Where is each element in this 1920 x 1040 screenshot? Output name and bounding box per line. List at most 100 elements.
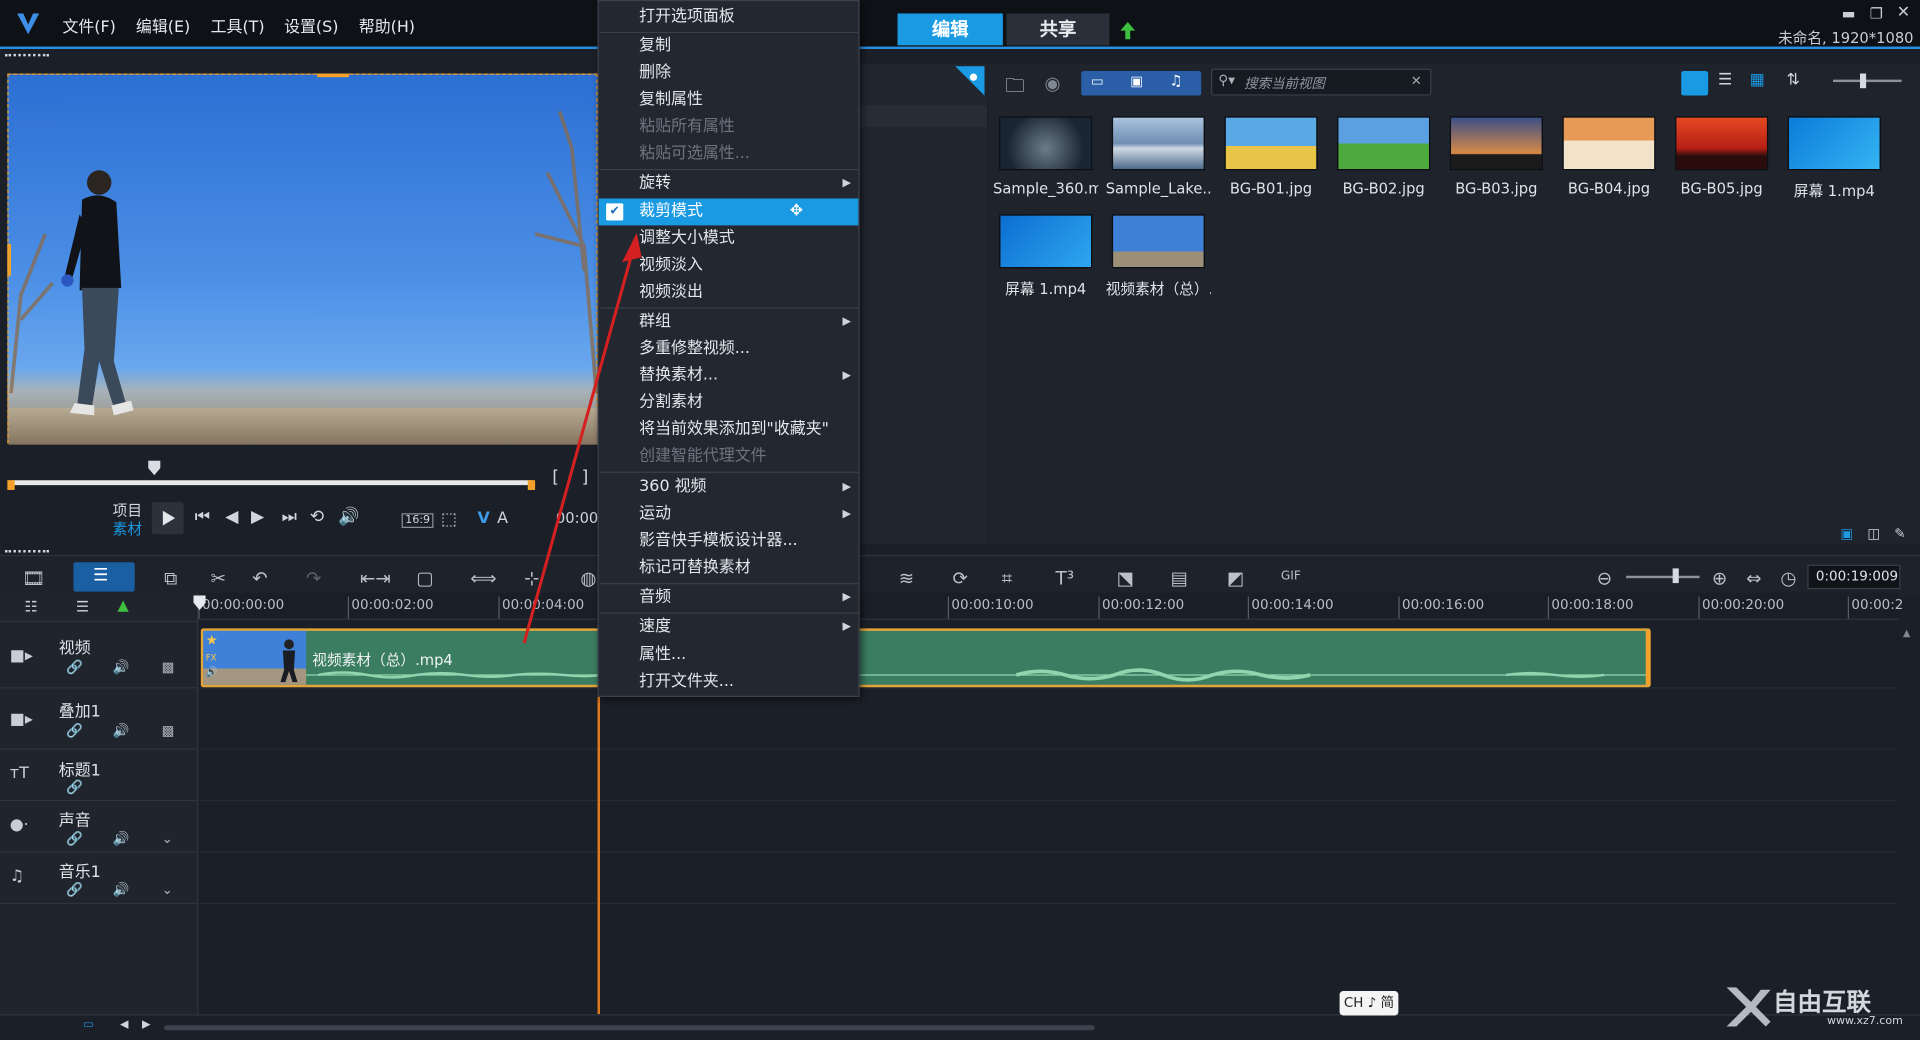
fit-project-icon[interactable]: ⇤⇥ bbox=[360, 567, 391, 589]
lane-overlay[interactable] bbox=[199, 688, 1897, 750]
view-thumb-button[interactable] bbox=[1681, 71, 1709, 96]
category-row[interactable] bbox=[859, 105, 987, 128]
mask-icon[interactable]: ▢ bbox=[416, 567, 433, 589]
mute-icon[interactable]: 🔊 bbox=[113, 882, 130, 898]
filter-audio-icon[interactable]: ♫ bbox=[1169, 72, 1182, 89]
link-icon[interactable]: 🔗 bbox=[66, 831, 83, 847]
scrubber-track[interactable] bbox=[9, 480, 534, 486]
scrubber-handle[interactable] bbox=[148, 460, 161, 476]
menu-item-rotate[interactable]: 旋转 ▶ bbox=[599, 170, 859, 197]
vertical-scrollbar[interactable]: ▲ bbox=[1897, 622, 1920, 1015]
link-icon[interactable]: 🔗 bbox=[66, 779, 83, 795]
library-item[interactable]: BG-B05.jpg bbox=[1669, 116, 1774, 197]
video-clip[interactable]: ★ FX 🔊 视频素材（总）.mp4 bbox=[200, 628, 1651, 688]
clear-search-icon[interactable]: × bbox=[1411, 72, 1422, 88]
menu-help[interactable]: 帮助(H) bbox=[359, 13, 415, 36]
clip-trim-handle[interactable] bbox=[1645, 630, 1651, 685]
library-item[interactable]: BG-B03.jpg bbox=[1444, 116, 1549, 197]
library-item[interactable]: 屏幕 1.mp4 bbox=[993, 214, 1098, 299]
ime-indicator[interactable]: CH ♪ 简 bbox=[1339, 991, 1399, 1016]
track-header-title[interactable]: ᴛT 标题1 🔗 bbox=[0, 750, 199, 802]
menu-item-open-options[interactable]: 打开选项面板 bbox=[599, 4, 859, 31]
playhead-line[interactable] bbox=[597, 688, 601, 1015]
panel-split-icon[interactable]: ◫ bbox=[1867, 526, 1880, 542]
zoom-in-icon[interactable]: ⊕ bbox=[1712, 567, 1727, 589]
track-header-music[interactable]: ♫ 音乐1 🔗 🔊 ⌄ bbox=[0, 853, 199, 905]
thumb-size-slider[interactable] bbox=[1833, 79, 1902, 83]
pin-icon[interactable] bbox=[955, 66, 985, 96]
zoom-slider[interactable] bbox=[1626, 575, 1700, 579]
crop-track-icon[interactable]: ⌗ bbox=[1002, 567, 1012, 589]
upload-icon[interactable] bbox=[1119, 21, 1136, 41]
split-screen-icon[interactable]: ▤ bbox=[1171, 567, 1188, 589]
tools-icon[interactable]: ✂ bbox=[211, 567, 226, 589]
title-3d-icon[interactable]: T³ bbox=[1056, 567, 1075, 589]
mute-icon[interactable]: 🔊 bbox=[113, 659, 130, 675]
menu-item-open-folder[interactable]: 打开文件夹... bbox=[599, 669, 859, 696]
mask-creator-icon[interactable]: ⬔ bbox=[1117, 567, 1134, 589]
split-icon[interactable]: ⟺ bbox=[470, 567, 496, 589]
library-item[interactable]: BG-B04.jpg bbox=[1556, 116, 1661, 197]
mute-icon[interactable]: 🔊 bbox=[113, 831, 130, 847]
crop-icon[interactable]: ⬚ bbox=[441, 510, 457, 530]
crop-handle-left[interactable] bbox=[7, 243, 12, 276]
mode-clip[interactable]: 素材 bbox=[113, 518, 142, 539]
menu-edit[interactable]: 编辑(E) bbox=[136, 13, 190, 36]
scroll-up-icon[interactable]: ▲ bbox=[1903, 627, 1911, 638]
playhead-marker[interactable] bbox=[193, 595, 206, 611]
menu-file[interactable]: 文件(F) bbox=[62, 13, 115, 36]
menu-item-copy[interactable]: 复制 bbox=[599, 33, 859, 60]
view-grid-icon[interactable]: ▦ bbox=[1750, 71, 1765, 89]
home-icon[interactable]: ⏮ bbox=[195, 507, 210, 527]
storyboard-view-icon[interactable]: 🎞 bbox=[22, 567, 45, 589]
volume-icon[interactable]: 🔊 bbox=[338, 507, 359, 527]
link-icon[interactable]: 🔗 bbox=[66, 659, 83, 675]
next-frame-icon[interactable]: ▶ bbox=[251, 507, 264, 527]
track-header-overlay[interactable]: ■▸ 叠加1 🔗 🔊 ▩ bbox=[0, 688, 199, 750]
track-header-video[interactable]: ■▸ 视频 🔗 🔊 ▩ bbox=[0, 622, 199, 689]
import-folder-icon[interactable]: 🗀 bbox=[1005, 72, 1025, 105]
end-icon[interactable]: ⏭ bbox=[282, 507, 297, 527]
link-icon[interactable]: 🔗 bbox=[66, 723, 83, 739]
record-icon[interactable]: ◉ bbox=[1044, 72, 1060, 94]
menu-settings[interactable]: 设置(S) bbox=[284, 13, 338, 36]
lane-music[interactable] bbox=[199, 853, 1897, 905]
play-button[interactable] bbox=[151, 502, 184, 535]
grid-icon[interactable]: ▩ bbox=[162, 723, 175, 739]
tab-share[interactable]: 共享 bbox=[1006, 13, 1110, 46]
horizontal-scrollbar[interactable] bbox=[164, 1025, 1095, 1031]
mute-icon[interactable]: 🔊 bbox=[113, 723, 130, 739]
menu-item-delete[interactable]: 删除 bbox=[599, 60, 859, 87]
search-input[interactable]: ⚲▾ 搜索当前视图 × bbox=[1211, 68, 1432, 96]
fit-timeline-icon[interactable]: ▭ bbox=[83, 1019, 93, 1031]
menu-item-copy-attributes[interactable]: 复制属性 bbox=[599, 87, 859, 114]
link-icon[interactable]: 🔗 bbox=[66, 882, 83, 898]
preview-window[interactable] bbox=[7, 73, 599, 445]
audio-channel-toggle[interactable]: A bbox=[497, 510, 508, 528]
zoom-out-icon[interactable]: ⊖ bbox=[1597, 567, 1612, 589]
tab-edit[interactable]: 编辑 bbox=[897, 13, 1003, 46]
grid-icon[interactable]: ▩ bbox=[162, 659, 175, 675]
filter-photo-icon[interactable]: ▣ bbox=[1130, 73, 1143, 89]
add-track-icon[interactable]: ☰ bbox=[76, 598, 89, 615]
prev-frame-icon[interactable]: ◀ bbox=[225, 507, 238, 527]
redo-icon[interactable]: ↷ bbox=[306, 567, 321, 589]
ripple-edit-icon[interactable]: ▲ bbox=[118, 597, 129, 614]
filter-video-icon[interactable]: ▭ bbox=[1091, 73, 1104, 89]
panel-grip[interactable] bbox=[4, 53, 49, 59]
library-item[interactable]: Sample_360.m... bbox=[993, 116, 1098, 197]
thumb-size-handle[interactable] bbox=[1860, 73, 1867, 89]
menu-tools[interactable]: 工具(T) bbox=[211, 13, 265, 36]
rotate-icon[interactable]: ⟳ bbox=[953, 567, 968, 589]
crop-handle-top[interactable] bbox=[317, 73, 349, 78]
library-item[interactable]: 屏幕 1.mp4 bbox=[1782, 116, 1887, 201]
minimize-button[interactable]: ▬ bbox=[1842, 5, 1856, 22]
speed-icon[interactable]: ≋ bbox=[899, 567, 914, 589]
library-item[interactable]: BG-B02.jpg bbox=[1331, 116, 1436, 197]
expand-icon[interactable]: ⌄ bbox=[162, 882, 173, 898]
video-channel-toggle[interactable]: V bbox=[478, 510, 490, 528]
panel-layout-icon[interactable]: ▣ bbox=[1840, 526, 1853, 542]
view-list-icon[interactable]: ☰ bbox=[1718, 71, 1732, 89]
repeat-icon[interactable]: ⟲ bbox=[310, 507, 324, 527]
scroll-right-icon[interactable]: ▶ bbox=[142, 1019, 150, 1031]
